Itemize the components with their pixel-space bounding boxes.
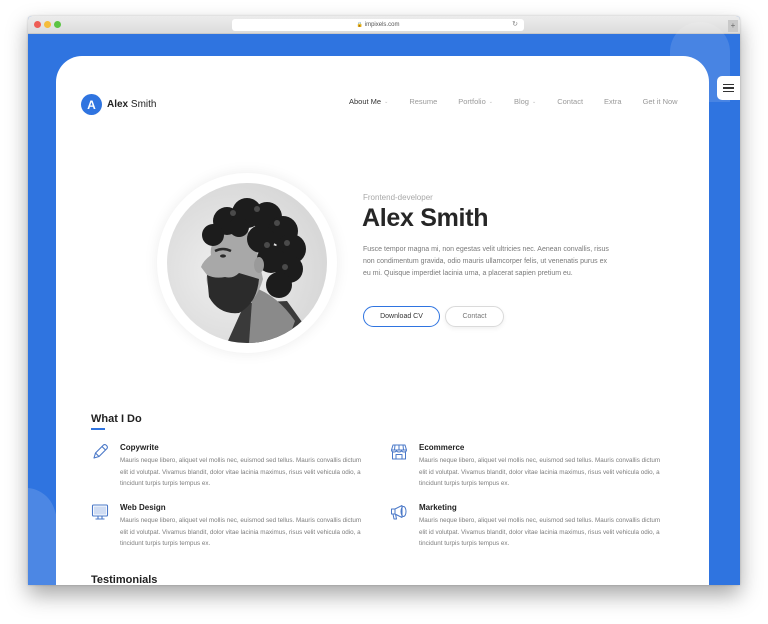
browser-window: 🔒 impixels.com ↻ + A Alex Smith About Me ⌄… xyxy=(28,16,740,585)
nav-item-label: Portfolio xyxy=(458,97,486,106)
chevron-down-icon: ⌄ xyxy=(488,98,493,105)
logo-last-name: Smith xyxy=(130,99,157,110)
nav-item-blog[interactable]: Blog ⌄ xyxy=(514,97,536,106)
nav-item-extra[interactable]: Extra xyxy=(604,97,622,106)
new-tab-button[interactable]: + xyxy=(728,20,738,32)
megaphone-icon xyxy=(391,505,407,520)
browser-titlebar: 🔒 impixels.com ↻ + xyxy=(28,16,740,34)
heading-underline xyxy=(91,428,105,430)
service-title: Marketing xyxy=(419,503,457,512)
nav-item-label: Extra xyxy=(604,97,622,106)
contact-button[interactable]: Contact xyxy=(445,306,504,327)
side-menu-toggle[interactable] xyxy=(717,76,740,100)
nav-item-label: Resume xyxy=(409,97,438,106)
minimize-window-button[interactable] xyxy=(44,21,51,28)
nav-item-label: Contact xyxy=(557,97,584,106)
nav-item-resume[interactable]: Resume xyxy=(409,97,437,106)
chevron-down-icon: ⌄ xyxy=(531,98,537,105)
page-card: A Alex Smith About Me ⌄ Resume Portfolio ⌄ Bl… xyxy=(56,56,709,585)
address-bar[interactable]: 🔒 impixels.com ↻ xyxy=(232,19,524,31)
service-description: Mauris neque libero, aliquet vel mollis … xyxy=(419,457,661,487)
logo-first-name: Alex xyxy=(107,99,129,110)
avatar xyxy=(167,183,327,343)
site-logo[interactable]: A Alex Smith xyxy=(81,94,156,115)
service-description: Mauris neque libero, aliquet vel mollis … xyxy=(120,457,362,487)
reload-icon[interactable]: ↻ xyxy=(512,19,518,31)
service-description: Mauris neque libero, aliquet vel mollis … xyxy=(120,517,362,547)
logo-badge: A xyxy=(81,94,102,115)
lock-icon: 🔒 xyxy=(356,22,363,28)
nav-item-label: Blog xyxy=(513,97,529,106)
testimonials-heading: Testimonials xyxy=(91,574,158,585)
service-title: Web Design xyxy=(120,503,166,512)
logo-text: Alex Smith xyxy=(107,99,156,110)
store-icon xyxy=(391,444,407,460)
nav-item-get-it-now[interactable]: Get it Now xyxy=(643,97,678,106)
service-description: Mauris neque libero, aliquet vel mollis … xyxy=(419,517,661,547)
download-cv-button[interactable]: Download CV xyxy=(363,306,440,327)
nav-item-contact[interactable]: Contact xyxy=(557,97,583,106)
service-title: Copywrite xyxy=(120,443,159,452)
nav-item-label: Get it Now xyxy=(642,97,678,106)
nav-item-portfolio[interactable]: Portfolio ⌄ xyxy=(458,97,493,106)
what-i-do-heading: What I Do xyxy=(91,413,142,425)
list-menu-icon xyxy=(723,83,734,93)
hero-bio: Fusce tempor magna mi, non egestas velit… xyxy=(363,246,609,277)
chevron-down-icon: ⌄ xyxy=(384,98,389,105)
avatar-frame xyxy=(157,173,337,353)
hero-role: Frontend-developer xyxy=(363,193,433,202)
nav-item-label: About Me xyxy=(349,97,382,106)
main-nav: About Me ⌄ Resume Portfolio ⌄ Blog ⌄ Contact Ext… xyxy=(349,97,699,106)
monitor-icon xyxy=(91,504,109,520)
portrait-image xyxy=(201,198,317,343)
service-title: Ecommerce xyxy=(419,443,465,452)
maximize-window-button[interactable] xyxy=(54,21,61,28)
url-text: impixels.com xyxy=(364,22,400,28)
close-window-button[interactable] xyxy=(34,21,41,28)
hero-name: Alex Smith xyxy=(362,204,489,232)
pencil-icon xyxy=(93,444,108,459)
nav-item-about-me[interactable]: About Me ⌄ xyxy=(349,97,388,106)
